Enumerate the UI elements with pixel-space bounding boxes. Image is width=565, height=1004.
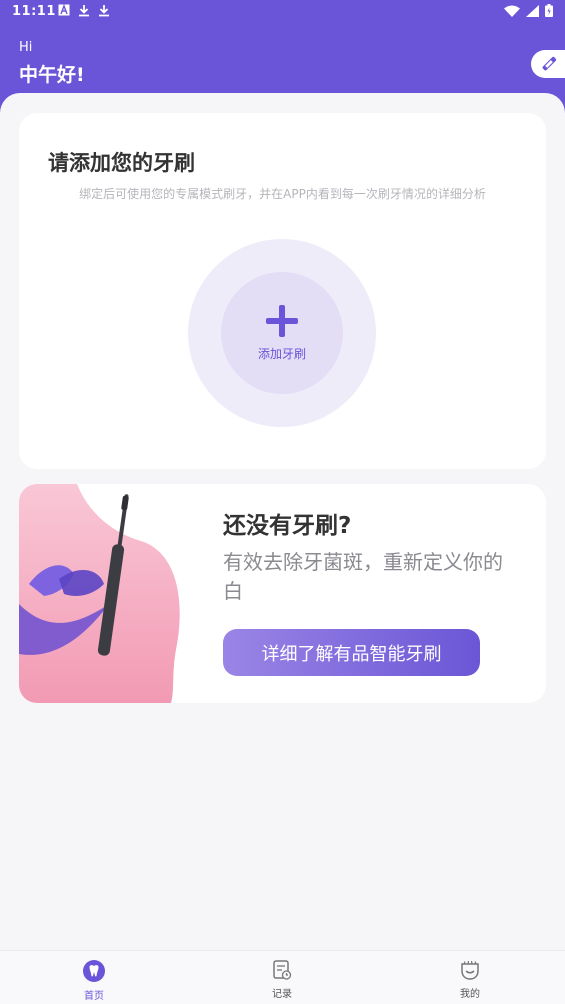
greeting-title: 中午好! [19, 64, 85, 86]
add-toothbrush-label: 添加牙刷 [257, 346, 306, 361]
tab-home-label: 首页 [84, 991, 104, 1002]
status-bar: 11:11 [0, 0, 565, 24]
add-toothbrush-outer-circle: 添加牙刷 [188, 239, 376, 427]
tab-profile-label: 我的 [460, 989, 480, 1000]
status-icons-right [504, 4, 553, 17]
learn-more-button[interactable]: 详细了解有品智能牙刷 [223, 629, 480, 676]
greeting-hi: Hi [19, 40, 33, 55]
add-toothbrush-button[interactable]: 添加牙刷 [221, 272, 343, 394]
battery-icon [545, 4, 553, 17]
add-card-title: 请添加您的牙刷 [48, 151, 195, 175]
promo-description: 有效去除牙菌斑，重新定义你的白 [223, 550, 503, 603]
toothbrush-illustration [19, 484, 180, 703]
download-icon [99, 5, 109, 17]
promo-title: 还没有牙刷? [223, 513, 352, 539]
tab-home[interactable]: 首页 [64, 959, 124, 1002]
plus-icon [266, 304, 298, 337]
wifi-icon [504, 5, 520, 17]
a-icon [58, 4, 70, 16]
edit-icon [542, 56, 557, 71]
tooth-icon [83, 960, 105, 982]
status-icons-left [58, 4, 110, 17]
profile-icon [461, 960, 479, 980]
edit-pill-button[interactable] [531, 50, 565, 78]
record-icon [273, 960, 292, 980]
tab-profile[interactable]: 我的 [440, 959, 500, 1000]
signal-icon [526, 4, 539, 17]
promo-card: 还没有牙刷? 有效去除牙菌斑，重新定义你的白 详细了解有品智能牙刷 [19, 484, 546, 703]
bottom-tab-bar: 首页 记录 我的 [0, 950, 565, 1004]
tab-records[interactable]: 记录 [252, 959, 312, 1000]
add-toothbrush-card: 请添加您的牙刷 绑定后可使用您的专属模式刷牙，并在APP内看到每一次刷牙情况的详… [19, 113, 546, 469]
status-time: 11:11 [12, 4, 56, 19]
download-icon [79, 5, 89, 17]
add-card-subtitle: 绑定后可使用您的专属模式刷牙，并在APP内看到每一次刷牙情况的详细分析 [79, 187, 486, 201]
tab-records-label: 记录 [272, 989, 292, 1000]
